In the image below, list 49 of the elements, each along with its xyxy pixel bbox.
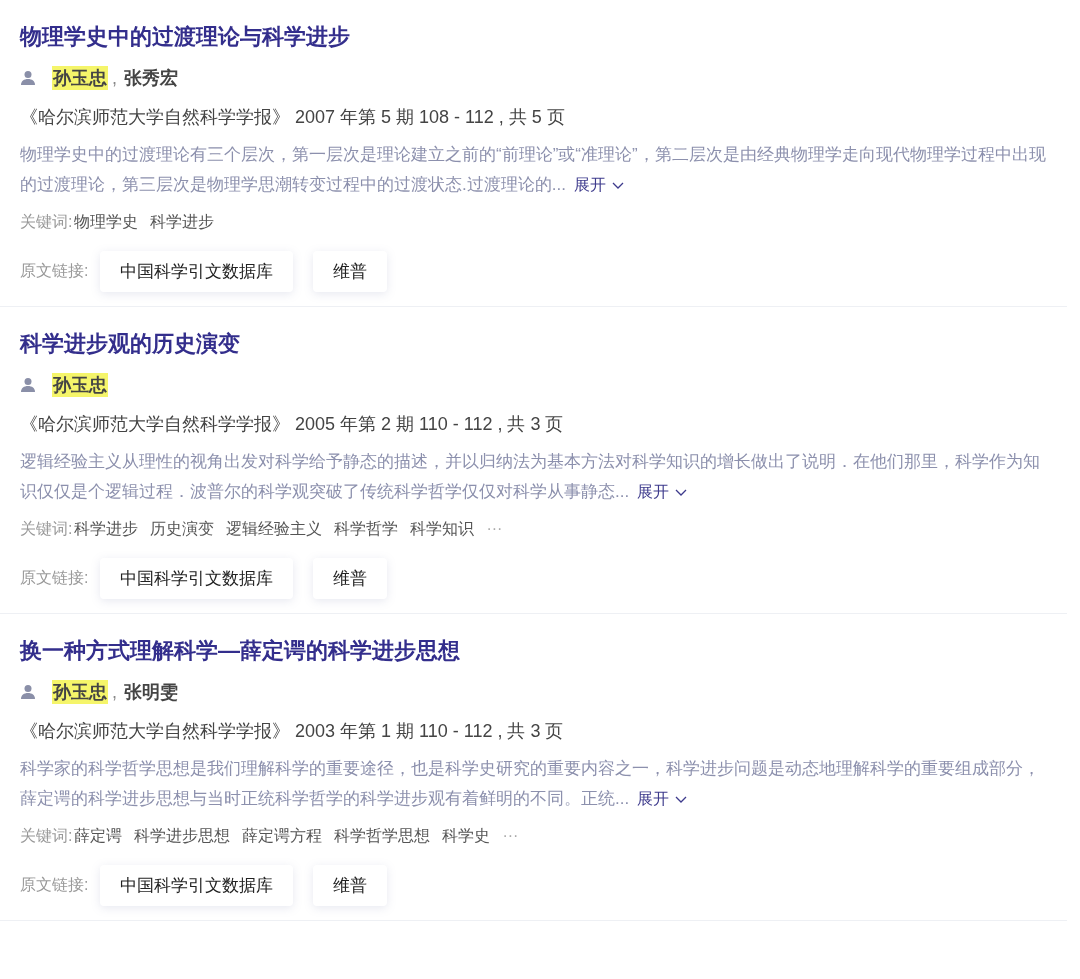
keyword-link[interactable]: 科学进步 bbox=[74, 517, 139, 541]
source-link-button[interactable]: 中国科学引文数据库 bbox=[100, 865, 294, 906]
keyword-link[interactable]: 历史演变 bbox=[150, 517, 215, 541]
source-link-button[interactable]: 中国科学引文数据库 bbox=[100, 558, 294, 599]
source-link-button[interactable]: 维普 bbox=[313, 865, 388, 906]
keyword-link[interactable]: 薛定谔方程 bbox=[242, 824, 323, 848]
keyword-link[interactable]: 科学哲学思想 bbox=[334, 824, 431, 848]
person-icon bbox=[20, 684, 36, 700]
chevron-down-icon bbox=[675, 795, 688, 804]
article-title[interactable]: 物理学史中的过渡理论与科学进步 bbox=[20, 22, 1055, 52]
author-separator: , bbox=[112, 681, 117, 703]
abstract-text: 物理学史中的过渡理论有三个层次，第一层次是理论建立之前的“前理论”或“准理论”，第二层次是由经典物理学走向现代物理学过程中出现的过渡理论，第三层次是物理学思潮转变过程中的过渡状态.过渡理论的... 展开 bbox=[20, 144, 1047, 196]
source-links-label: 原文链接: bbox=[20, 261, 89, 281]
keywords-label: 关键词: bbox=[20, 519, 73, 539]
abstract-text: 逻辑经验主义从理性的视角出发对科学给予静态的描述，并以归纳法为基本方法对科学知识的增长做出了说明．在他们那里，科学作为知识仅仅是个逻辑过程．波普尔的科学观突破了传统科学哲学仅仅对科学从事静态... 展开 bbox=[20, 451, 1041, 503]
author-name[interactable]: 张明雯 bbox=[123, 680, 179, 704]
source-link-button[interactable]: 维普 bbox=[313, 558, 388, 599]
author-name[interactable]: 孙玉忠 bbox=[52, 680, 108, 704]
source-link-button[interactable]: 中国科学引文数据库 bbox=[100, 251, 294, 292]
keyword-link[interactable]: 科学进步思想 bbox=[134, 824, 231, 848]
expand-link[interactable]: 展开 bbox=[573, 176, 606, 193]
author-name[interactable]: 孙玉忠 bbox=[52, 66, 108, 90]
keyword-link[interactable]: 薛定谔 bbox=[74, 824, 123, 848]
person-icon bbox=[20, 377, 36, 393]
expand-link[interactable]: 展开 bbox=[637, 483, 670, 500]
author-name[interactable]: 张秀宏 bbox=[123, 66, 179, 90]
article-title[interactable]: 科学进步观的历史演变 bbox=[20, 329, 1055, 359]
source-link-button[interactable]: 维普 bbox=[313, 251, 388, 292]
keyword-link[interactable]: 逻辑经验主义 bbox=[226, 517, 323, 541]
journal-info: 《哈尔滨师范大学自然科学学报》 2007 年第 5 期 108 - 112 , 共 5 页 bbox=[20, 106, 566, 129]
keyword-link[interactable]: 物理学史 bbox=[74, 210, 139, 234]
expand-link[interactable]: 展开 bbox=[637, 790, 670, 807]
article-title[interactable]: 换一种方式理解科学—薛定谔的科学进步思想 bbox=[20, 636, 1055, 666]
abstract-text: 科学家的科学哲学思想是我们理解科学的重要途径，也是科学史研究的重要内容之一，科学进步问题是动态地理解科学的重要组成部分，薛定谔的科学进步思想与当时正统科学哲学的科学进步观有着鲜明的不同。正统... 展开 bbox=[20, 758, 1041, 810]
source-links-label: 原文链接: bbox=[20, 568, 89, 588]
source-links-label: 原文链接: bbox=[20, 875, 89, 895]
keyword-link[interactable]: 科学哲学 bbox=[334, 517, 399, 541]
keyword-link[interactable]: 科学史 bbox=[442, 824, 491, 848]
keywords-label: 关键词: bbox=[20, 212, 73, 232]
person-icon bbox=[20, 70, 36, 86]
chevron-down-icon bbox=[611, 181, 624, 190]
author-separator: , bbox=[112, 67, 117, 89]
keyword-link[interactable]: 科学进步 bbox=[150, 210, 215, 234]
chevron-down-icon bbox=[675, 488, 688, 497]
keywords-label: 关键词: bbox=[20, 826, 73, 846]
keyword-link[interactable]: 科学知识 bbox=[410, 517, 475, 541]
journal-info: 《哈尔滨师范大学自然科学学报》 2005 年第 2 期 110 - 112 , 共 3 页 bbox=[20, 413, 565, 436]
author-name[interactable]: 孙玉忠 bbox=[52, 373, 108, 397]
journal-info: 《哈尔滨师范大学自然科学学报》 2003 年第 1 期 110 - 112 , 共 3 页 bbox=[20, 720, 565, 743]
